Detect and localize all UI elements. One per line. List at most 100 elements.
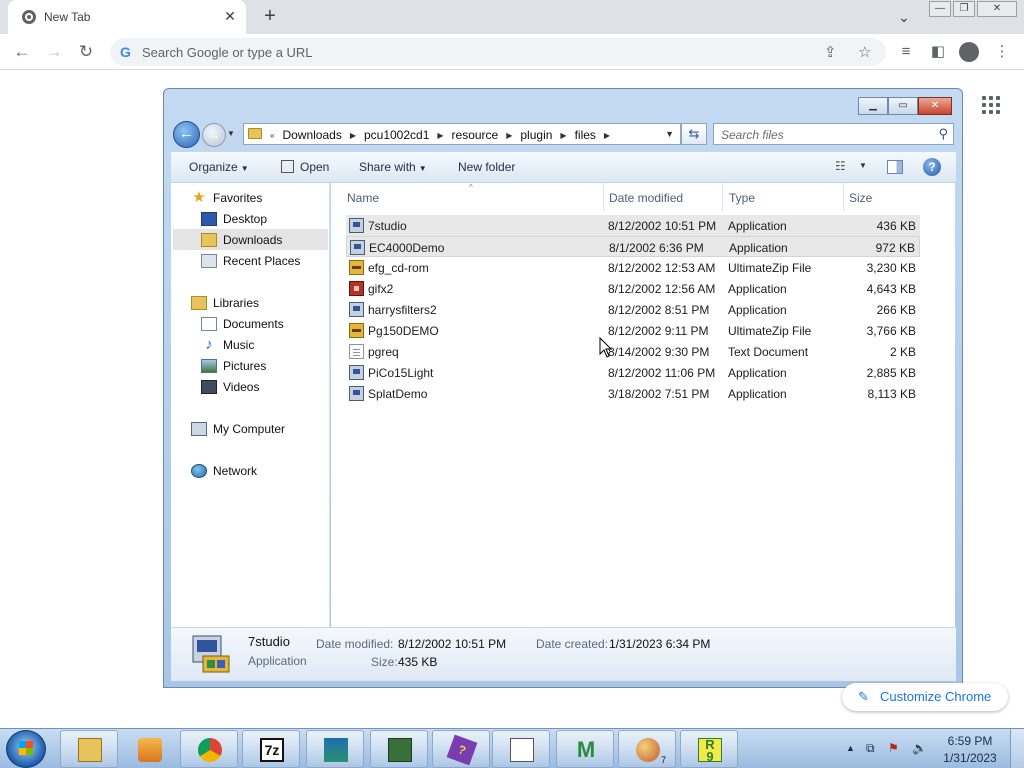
- file-row[interactable]: SplatDemo 3/18/2002 7:51 PM Application 8,1…: [346, 383, 920, 404]
- show-hidden-icons-icon[interactable]: ▲: [846, 743, 855, 753]
- column-divider[interactable]: [603, 183, 604, 211]
- reload-icon[interactable]: ↻: [74, 41, 98, 63]
- nav-network[interactable]: Network: [191, 460, 257, 481]
- file-row[interactable]: EC4000Demo 8/1/2002 6:36 PM Application 972…: [346, 236, 920, 257]
- breadcrumb-pcu1002cd1[interactable]: pcu1002cd1: [360, 128, 433, 142]
- bookmark-star-icon[interactable]: ☆: [858, 43, 871, 61]
- back-icon[interactable]: ←: [10, 41, 34, 63]
- file-size: 8,113 KB: [867, 387, 916, 401]
- refresh-button[interactable]: ⇆: [681, 123, 707, 145]
- new-tab-button[interactable]: +: [258, 5, 282, 29]
- start-button[interactable]: [6, 730, 46, 768]
- close-browser-button[interactable]: ✕: [977, 1, 1017, 17]
- share-with-button[interactable]: Share with ▼: [359, 160, 427, 174]
- taskbar-media-player-button[interactable]: [120, 730, 178, 768]
- column-header-name[interactable]: Name: [347, 191, 379, 205]
- taskbar-app-button[interactable]: [370, 730, 428, 768]
- google-apps-icon[interactable]: [982, 96, 1000, 114]
- breadcrumb-arrow-icon[interactable]: ▶: [600, 131, 614, 140]
- forward-button[interactable]: →: [202, 123, 226, 147]
- restore-browser-button[interactable]: ❐: [953, 1, 975, 17]
- question-book-icon: ?: [446, 734, 478, 766]
- file-size: 972 KB: [875, 241, 915, 255]
- address-bar[interactable]: « Downloads ▶ pcu1002cd1 ▶ resource ▶ pl…: [243, 123, 681, 145]
- new-folder-button[interactable]: New folder: [458, 160, 515, 174]
- recent-pages-dropdown-icon[interactable]: ▼: [227, 129, 235, 138]
- nav-pictures[interactable]: Pictures: [201, 355, 266, 376]
- file-row[interactable]: harrysfilters2 8/12/2002 8:51 PM Applicati…: [346, 299, 920, 320]
- file-row[interactable]: PiCo15Light 8/12/2002 11:06 PM Application…: [346, 362, 920, 383]
- breadcrumb-downloads[interactable]: Downloads: [278, 128, 345, 142]
- breadcrumb-resource[interactable]: resource: [448, 128, 503, 142]
- file-row[interactable]: Pg150DEMO 8/12/2002 9:11 PM UltimateZip Fi…: [346, 320, 920, 341]
- taskbar-r-app-button[interactable]: R9: [680, 730, 738, 768]
- organize-button[interactable]: Organize ▼: [189, 160, 249, 174]
- breadcrumb-arrow-icon[interactable]: ▶: [502, 131, 516, 140]
- file-row[interactable]: gifx2 8/12/2002 12:56 AM Application 4,643 …: [346, 278, 920, 299]
- reading-list-icon[interactable]: ≡: [896, 42, 916, 62]
- nav-libraries[interactable]: Libraries: [191, 292, 259, 313]
- show-desktop-button[interactable]: [1010, 729, 1024, 768]
- share-icon[interactable]: ⇪: [824, 43, 837, 61]
- taskbar-app-button[interactable]: [306, 730, 364, 768]
- nav-documents[interactable]: Documents: [201, 313, 284, 334]
- clock-time[interactable]: 6:59 PM: [937, 734, 1003, 748]
- breadcrumb-arrow-icon[interactable]: ▶: [346, 131, 360, 140]
- file-row[interactable]: pgreq 8/14/2002 9:30 PM Text Document 2 KB: [346, 341, 920, 362]
- taskbar-chrome-button[interactable]: [180, 730, 238, 768]
- back-button[interactable]: ←: [173, 121, 200, 148]
- nav-my-computer[interactable]: My Computer: [191, 418, 285, 439]
- menu-kebab-icon[interactable]: ⋮: [992, 42, 1012, 62]
- address-dropdown-icon[interactable]: ▼: [665, 129, 674, 139]
- clock-date[interactable]: 1/31/2023: [937, 751, 1003, 765]
- view-dropdown-icon[interactable]: ▼: [859, 161, 867, 170]
- nav-desktop[interactable]: Desktop: [201, 208, 267, 229]
- volume-icon[interactable]: 🔈: [912, 741, 927, 755]
- preview-pane-icon[interactable]: [887, 160, 903, 174]
- search-input[interactable]: Search files ⚲: [713, 123, 954, 145]
- maximize-button[interactable]: ▭: [888, 97, 918, 115]
- view-options-icon[interactable]: ☷: [835, 159, 846, 173]
- close-button[interactable]: ✕: [918, 97, 952, 115]
- taskbar-help-app-button[interactable]: ?: [432, 730, 490, 768]
- taskbar-7zip-button[interactable]: 7z: [242, 730, 300, 768]
- minimize-browser-button[interactable]: —: [929, 1, 951, 17]
- action-center-flag-icon[interactable]: ⚑: [888, 741, 899, 755]
- breadcrumb-arrow-icon[interactable]: ▶: [556, 131, 570, 140]
- column-divider[interactable]: [722, 183, 723, 211]
- customize-chrome-button[interactable]: ✎ Customize Chrome: [842, 683, 1008, 711]
- column-header-date-modified[interactable]: Date modified: [609, 191, 683, 205]
- overflow-chevron-icon[interactable]: «: [266, 131, 278, 140]
- column-header-size[interactable]: Size: [849, 191, 872, 205]
- close-tab-icon[interactable]: ✕: [220, 6, 240, 26]
- nav-downloads[interactable]: Downloads: [173, 229, 328, 250]
- file-row[interactable]: efg_cd-rom 8/12/2002 12:53 AM UltimateZip …: [346, 257, 920, 278]
- nav-videos[interactable]: Videos: [201, 376, 259, 397]
- nav-favorites[interactable]: ★ Favorites: [191, 187, 262, 208]
- side-panel-icon[interactable]: ◧: [928, 42, 948, 62]
- open-button[interactable]: Open: [300, 160, 329, 174]
- file-row[interactable]: 7studio 8/12/2002 10:51 PM Application 436 …: [346, 215, 920, 236]
- tab-search-icon[interactable]: ⌄: [894, 8, 914, 26]
- breadcrumb-files[interactable]: files: [571, 128, 600, 142]
- tab-new-tab[interactable]: New Tab ✕: [8, 0, 246, 34]
- profile-avatar-icon[interactable]: [959, 42, 979, 62]
- nav-recent-places[interactable]: Recent Places: [201, 250, 300, 271]
- nav-music[interactable]: ♪ Music: [201, 334, 254, 355]
- network-tray-icon[interactable]: ⧉: [866, 741, 875, 756]
- column-header-type[interactable]: Type: [729, 191, 755, 205]
- libraries-icon: [191, 295, 207, 310]
- taskbar-paint-app-button[interactable]: 7: [618, 730, 676, 768]
- file-name: EC4000Demo: [369, 241, 445, 255]
- column-divider[interactable]: [843, 183, 844, 211]
- breadcrumb-plugin[interactable]: plugin: [516, 128, 556, 142]
- taskbar-m-app-button[interactable]: M: [556, 730, 614, 768]
- taskbar-list-app-button[interactable]: [492, 730, 550, 768]
- forward-icon[interactable]: →: [42, 41, 66, 63]
- taskbar-explorer-button[interactable]: [60, 730, 118, 768]
- minimize-button[interactable]: ▁: [858, 97, 888, 115]
- omnibox[interactable]: G Search Google or type a URL ⇪ ☆: [110, 38, 886, 66]
- recent-places-icon: [201, 253, 217, 268]
- breadcrumb-arrow-icon[interactable]: ▶: [433, 131, 447, 140]
- help-icon[interactable]: ?: [923, 158, 941, 176]
